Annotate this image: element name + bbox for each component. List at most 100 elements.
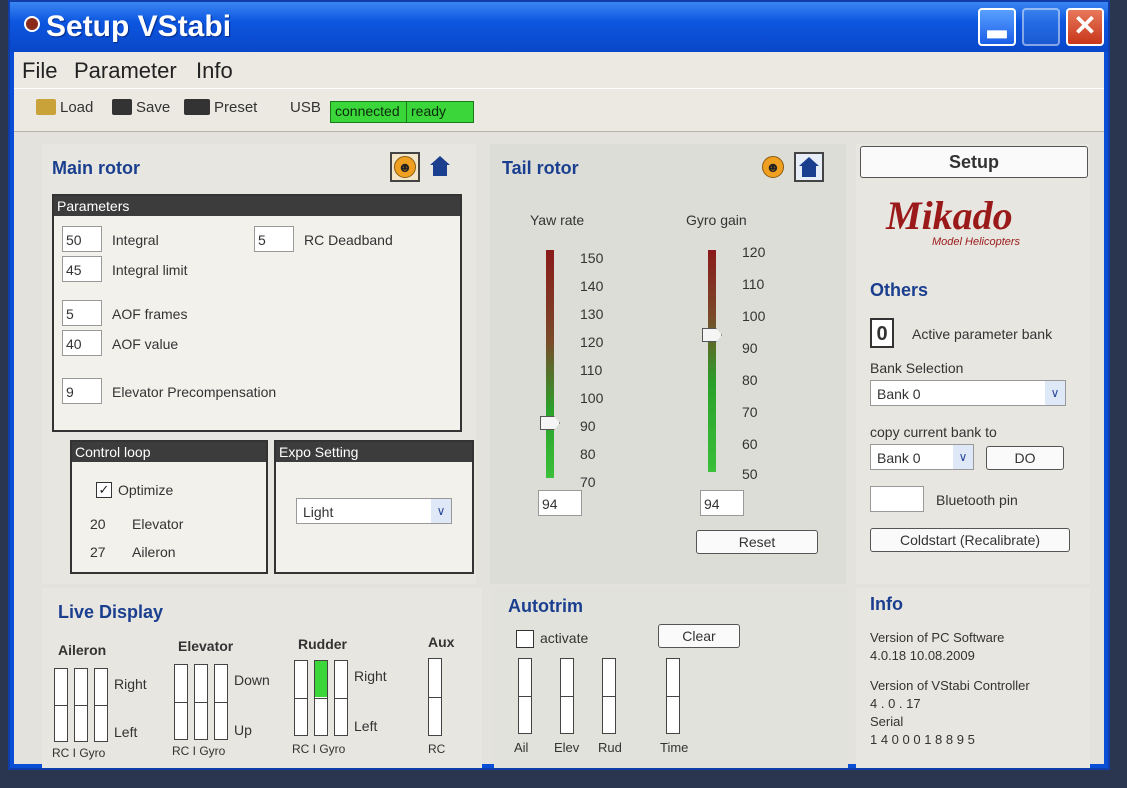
elevator-up-label: Up xyxy=(234,722,252,738)
rudder-right-label: Right xyxy=(354,668,387,684)
setup-button[interactable]: Setup xyxy=(860,146,1088,178)
expo-value: Light xyxy=(303,504,334,520)
home-icon xyxy=(799,157,819,177)
aux-rc-bar xyxy=(428,658,442,736)
smiley-icon: ☻ xyxy=(762,156,784,178)
integral-label: Integral xyxy=(112,232,159,248)
elevator-i-bar xyxy=(194,664,208,740)
aileron-left-label: Left xyxy=(114,724,138,740)
yaw-rate-slider-thumb[interactable] xyxy=(540,416,560,430)
status-connected: connected xyxy=(330,101,414,123)
control-loop-title: Control loop xyxy=(72,442,266,462)
tail-rotor-title: Tail rotor xyxy=(502,158,579,178)
home-icon[interactable] xyxy=(430,156,450,176)
rudder-gyro-bar xyxy=(334,660,348,736)
status-ready: ready xyxy=(406,101,474,123)
floppy-disk-icon xyxy=(112,99,132,115)
reset-button[interactable]: Reset xyxy=(696,530,818,554)
coldstart-button[interactable]: Coldstart (Recalibrate) xyxy=(870,528,1070,552)
aileron-value: 27 xyxy=(90,544,106,560)
integral-limit-label: Integral limit xyxy=(112,262,188,278)
main-rotor-panel: Main rotor ☻ Parameters 50 Integral 45 I… xyxy=(42,144,476,584)
elevator-value: 20 xyxy=(90,516,106,532)
time-trim-bar xyxy=(666,658,680,734)
usb-label: USB xyxy=(290,99,321,116)
close-button[interactable]: ✕ xyxy=(1066,8,1104,46)
gain-tick: 50 xyxy=(742,466,758,482)
chevron-down-icon: ∨ xyxy=(431,499,451,523)
main-rotor-mode-button[interactable]: ☻ xyxy=(390,152,420,182)
rudder-title: Rudder xyxy=(298,636,347,652)
rud-trim-bar xyxy=(602,658,616,734)
clear-button[interactable]: Clear xyxy=(658,624,740,648)
controller-version-label: Version of VStabi Controller xyxy=(870,678,1030,693)
time-label: Time xyxy=(660,740,689,755)
load-button[interactable]: Load xyxy=(36,99,93,116)
yaw-rate-field[interactable]: 94 xyxy=(538,490,582,516)
preset-button[interactable]: Preset xyxy=(184,99,257,116)
gain-tick: 110 xyxy=(742,276,765,292)
optimize-checkbox[interactable]: ✓ xyxy=(96,482,112,498)
yaw-tick: 130 xyxy=(580,306,604,322)
rud-label: Rud xyxy=(598,740,622,755)
elevator-precompensation-field[interactable]: 9 xyxy=(62,378,102,404)
chevron-down-icon: ∨ xyxy=(953,445,973,469)
tail-rotor-mode-button[interactable] xyxy=(794,152,824,182)
aof-frames-label: AOF frames xyxy=(112,306,188,322)
mikado-logo-sub: Model Helicopters xyxy=(932,236,1021,248)
preset-label: Preset xyxy=(214,99,258,116)
tail-rotor-panel: Tail rotor ☻ Yaw rate Gyro gain 150 140 … xyxy=(490,144,846,584)
aux-title: Aux xyxy=(428,634,455,650)
menu-file[interactable]: File xyxy=(22,58,57,84)
toolbar: Load Save Preset USB connected ready xyxy=(14,88,1104,132)
menu-info[interactable]: Info xyxy=(196,58,233,84)
aof-value-field[interactable]: 40 xyxy=(62,330,102,356)
mikado-logo: Mikado xyxy=(886,193,1013,238)
menu-parameter[interactable]: Parameter xyxy=(74,58,177,84)
active-bank-indicator: 0 xyxy=(870,318,894,348)
serial-value: 1 4 0 0 0 1 8 8 9 5 xyxy=(870,732,975,747)
integral-field[interactable]: 50 xyxy=(62,226,102,252)
folder-icon xyxy=(36,99,56,115)
yaw-rate-slider[interactable] xyxy=(546,250,554,478)
autotrim-panel: Autotrim activate Clear Ail Elev Rud Tim… xyxy=(494,588,848,768)
title-bar[interactable]: Setup VStabi ▂ ✕ xyxy=(10,2,1108,52)
activate-checkbox[interactable] xyxy=(516,630,534,648)
save-button[interactable]: Save xyxy=(112,99,170,116)
rudder-axis-labels: RC I Gyro xyxy=(292,742,346,756)
smiley-icon: ☻ xyxy=(394,156,416,178)
gyro-gain-slider[interactable] xyxy=(708,250,716,472)
minimize-button[interactable]: ▂ xyxy=(978,8,1016,46)
bluetooth-pin-field[interactable] xyxy=(870,486,924,512)
gain-tick: 60 xyxy=(742,436,758,452)
right-panel: Setup Mikado Model Helicopters Others 0 … xyxy=(856,144,1090,584)
yaw-rate-label: Yaw rate xyxy=(530,212,585,228)
elevator-rc-bar xyxy=(174,664,188,740)
gyro-gain-field[interactable]: 94 xyxy=(700,490,744,516)
gain-tick: 70 xyxy=(742,404,758,420)
aof-frames-field[interactable]: 5 xyxy=(62,300,102,326)
rc-deadband-label: RC Deadband xyxy=(304,232,393,248)
elevator-down-label: Down xyxy=(234,672,270,688)
gyro-gain-slider-thumb[interactable] xyxy=(702,328,722,342)
rudder-rc-bar xyxy=(294,660,308,736)
bank-selection-select[interactable]: Bank 0 ∨ xyxy=(870,380,1066,406)
pc-version-value: 4.0.18 10.08.2009 xyxy=(870,648,975,663)
yaw-tick: 110 xyxy=(580,362,603,378)
expo-setting-group: Expo Setting Light ∨ xyxy=(274,440,474,574)
do-button[interactable]: DO xyxy=(986,446,1064,470)
copy-bank-select[interactable]: Bank 0 ∨ xyxy=(870,444,974,470)
active-bank-label: Active parameter bank xyxy=(912,326,1053,342)
load-label: Load xyxy=(60,99,94,116)
expo-select[interactable]: Light ∨ xyxy=(296,498,452,524)
elev-trim-bar xyxy=(560,658,574,734)
maximize-button[interactable] xyxy=(1022,8,1060,46)
chevron-down-icon: ∨ xyxy=(1045,381,1065,405)
window-title: Setup VStabi xyxy=(46,10,232,43)
elevator-title: Elevator xyxy=(178,638,234,654)
bank-selection-label: Bank Selection xyxy=(870,360,964,376)
gain-tick: 120 xyxy=(742,244,766,260)
rc-deadband-field[interactable]: 5 xyxy=(254,226,294,252)
info-panel: Info Version of PC Software 4.0.18 10.08… xyxy=(856,588,1090,768)
integral-limit-field[interactable]: 45 xyxy=(62,256,102,282)
